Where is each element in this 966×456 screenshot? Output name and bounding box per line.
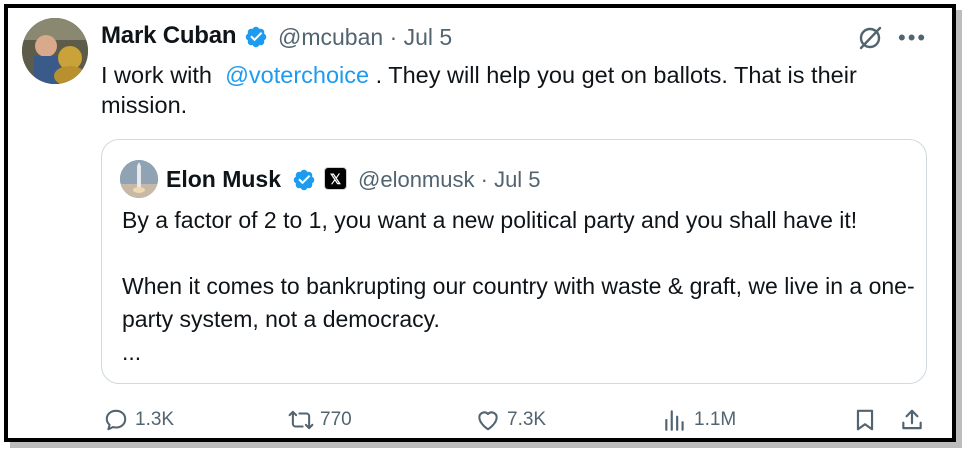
quote-author-name[interactable]: Elon Musk — [166, 166, 281, 193]
repost-icon — [288, 410, 314, 430]
frame-shadow-bottom — [10, 442, 962, 448]
quote-author-avatar[interactable] — [120, 160, 158, 198]
author-name[interactable]: Mark Cuban — [101, 22, 237, 50]
like-count: 7.3K — [507, 409, 547, 430]
like-button[interactable]: 7.3K — [475, 402, 546, 438]
verified-badge-icon — [245, 26, 267, 48]
verified-badge-icon — [293, 169, 315, 191]
quote-paragraph-1: By a factor of 2 to 1, you want a new po… — [122, 207, 858, 233]
repost-count: 770 — [320, 409, 352, 430]
tweet-date[interactable]: · Jul 5 — [390, 24, 453, 50]
quote-ellipsis: ... — [122, 339, 142, 365]
repost-button[interactable]: 770 — [288, 402, 352, 438]
action-bar: 1.3K 770 7.3K 1.1M — [0, 402, 966, 438]
x-affiliation-badge-icon: 𝕏 — [324, 167, 347, 190]
quoted-tweet[interactable]: Elon Musk 𝕏 @elonmusk · Jul 5 By a facto… — [101, 139, 927, 384]
heart-icon — [478, 411, 498, 431]
bookmark-button[interactable] — [852, 402, 878, 438]
tweet-text: I work with @voterchoice . They will hel… — [101, 60, 921, 120]
quote-paragraph-2: When it comes to bankrupting our country… — [122, 273, 915, 332]
reply-icon — [105, 409, 127, 431]
more-icon[interactable]: ••• — [898, 27, 927, 49]
analytics-icon — [665, 410, 684, 431]
tweet-text-after: . They will help you get on ballots. Tha… — [101, 62, 857, 118]
reply-button[interactable]: 1.3K — [103, 402, 174, 438]
views-button[interactable]: 1.1M — [662, 402, 736, 438]
quote-author-handle[interactable]: @elonmusk — [358, 167, 475, 192]
share-button[interactable] — [899, 402, 925, 438]
grok-icon[interactable] — [856, 24, 884, 52]
bookmark-icon — [856, 409, 874, 431]
author-handle[interactable]: @mcuban — [278, 24, 383, 50]
author-avatar[interactable] — [22, 18, 88, 84]
mention-link[interactable]: @voterchoice — [225, 62, 369, 88]
views-count: 1.1M — [694, 409, 737, 430]
quote-text: By a factor of 2 to 1, you want a new po… — [122, 204, 922, 369]
tweet-text-before: I work with — [101, 62, 212, 88]
share-icon — [902, 409, 922, 430]
quote-date[interactable]: · Jul 5 — [481, 167, 541, 192]
frame-shadow-right — [956, 10, 962, 448]
reply-count: 1.3K — [135, 409, 175, 430]
